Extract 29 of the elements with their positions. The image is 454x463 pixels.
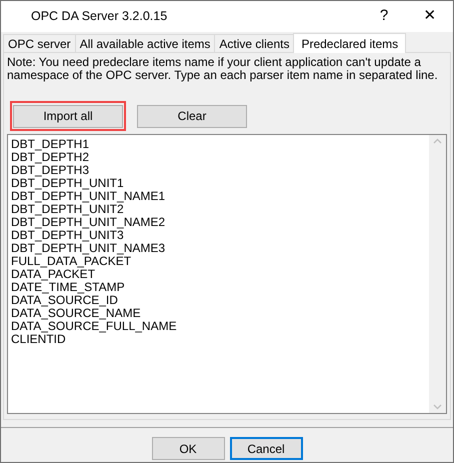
item-line: DBT_DEPTH_UNIT_NAME3	[11, 242, 166, 255]
close-button[interactable]: ✕	[407, 1, 453, 32]
item-line: DATA_SOURCE_FULL_NAME	[11, 320, 178, 333]
note-text: Note: You need predeclare items name if your client application can't update a namespace of the OPC server. Type an each parser item name in separated line.	[6, 54, 439, 84]
tab[interactable]: OPC server	[3, 34, 76, 52]
item-line: DATE_TIME_STAMP	[11, 281, 126, 294]
window-title: OPC DA Server 3.2.0.15	[31, 8, 168, 26]
scroll-down-icon	[433, 404, 442, 410]
dialog-button[interactable]: Cancel	[230, 437, 302, 460]
dialog-button[interactable]: OK	[152, 437, 224, 460]
item-line: DBT_DEPTH3	[11, 164, 90, 177]
action-button[interactable]: Import all	[13, 104, 123, 128]
help-button[interactable]: ?	[361, 1, 407, 32]
item-line: DATA_SOURCE_ID	[11, 294, 118, 307]
item-line: DBT_DEPTH_UNIT_NAME2	[11, 216, 166, 229]
action-button[interactable]: Clear	[137, 104, 247, 128]
item-line: FULL_DATA_PACKET	[11, 255, 132, 268]
item-line: DBT_DEPTH1	[11, 138, 90, 151]
scroll-up-icon	[433, 138, 442, 144]
tab[interactable]: Predeclared items	[293, 33, 406, 53]
item-list-field[interactable]	[7, 134, 447, 414]
item-line: DBT_DEPTH_UNIT_NAME1	[11, 190, 166, 203]
item-line: DBT_DEPTH_UNIT1	[11, 177, 125, 190]
item-line: DBT_DEPTH_UNIT3	[11, 229, 124, 242]
item-line: DBT_DEPTH_UNIT2	[11, 203, 124, 216]
item-line: DBT_DEPTH2	[11, 151, 90, 164]
item-line: CLIENTID	[11, 333, 66, 346]
item-line: DATA_SOURCE_NAME	[11, 307, 142, 320]
item-line: DATA_PACKET	[11, 268, 96, 281]
